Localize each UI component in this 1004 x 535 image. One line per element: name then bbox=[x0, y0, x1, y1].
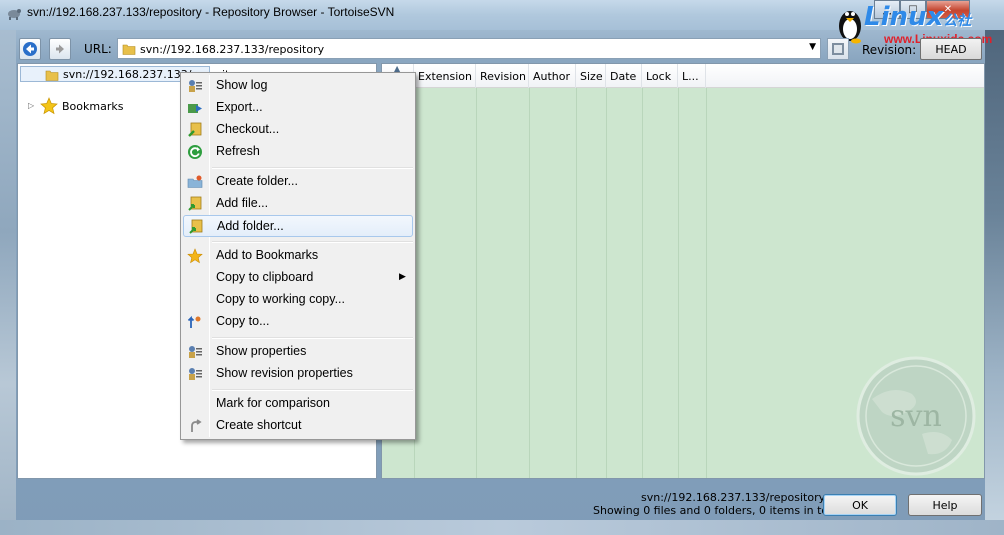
refresh-icon bbox=[188, 145, 202, 159]
menu-item-label: Show properties bbox=[216, 344, 307, 358]
url-label: URL: bbox=[84, 42, 112, 56]
menu-item-label: Copy to clipboard bbox=[216, 270, 314, 284]
watermark-text: svn bbox=[890, 399, 942, 434]
menu-item-show-revision-properties[interactable]: Show revision properties bbox=[183, 363, 413, 385]
background-window-right bbox=[985, 0, 1004, 535]
menu-item-add-folder[interactable]: Add folder... bbox=[183, 215, 413, 237]
checkout-icon bbox=[188, 122, 202, 137]
menu-item-label: Create folder... bbox=[216, 174, 298, 188]
menu-separator bbox=[212, 337, 413, 339]
shortcut-icon bbox=[191, 419, 202, 432]
revision-properties-icon bbox=[189, 368, 202, 380]
menu-item-add-to-bookmarks[interactable]: Add to Bookmarks bbox=[183, 245, 413, 267]
logo-brand-cn: 公社 bbox=[943, 13, 972, 29]
column-header-revision[interactable]: Revision bbox=[476, 64, 529, 88]
menu-item-export[interactable]: Export... bbox=[183, 97, 413, 119]
menu-separator bbox=[212, 241, 413, 243]
column-header-size[interactable]: Size bbox=[576, 64, 606, 88]
folder-icon bbox=[122, 44, 136, 55]
forward-arrow-icon bbox=[56, 44, 64, 54]
copy-to-icon bbox=[187, 315, 201, 328]
menu-item-label: Refresh bbox=[216, 144, 260, 158]
menu-item-show-properties[interactable]: Show properties bbox=[183, 341, 413, 363]
back-button[interactable] bbox=[19, 38, 41, 60]
file-list[interactable]: ▲ Extension Revision Author Size Date Lo… bbox=[381, 63, 985, 479]
url-combobox[interactable]: svn://192.168.237.133/repository ▼ bbox=[117, 38, 821, 59]
forward-button[interactable] bbox=[49, 38, 71, 60]
chevron-down-icon[interactable]: ▼ bbox=[809, 42, 816, 52]
star-icon bbox=[187, 248, 203, 264]
column-separator bbox=[476, 88, 477, 478]
url-value: svn://192.168.237.133/repository bbox=[140, 43, 325, 56]
background-taskbar bbox=[0, 520, 1004, 535]
menu-item-label: Create shortcut bbox=[216, 418, 302, 432]
properties-icon bbox=[189, 346, 202, 358]
add-folder-icon bbox=[189, 219, 203, 234]
back-arrow-icon bbox=[23, 42, 37, 56]
menu-item-copy-to-clipboard[interactable]: Copy to clipboard ▶ bbox=[183, 267, 413, 289]
export-icon bbox=[188, 104, 202, 113]
menu-item-add-file[interactable]: Add file... bbox=[183, 193, 413, 215]
create-folder-icon bbox=[187, 175, 203, 188]
menu-item-label: Copy to... bbox=[216, 314, 270, 328]
ok-button[interactable]: OK bbox=[823, 494, 897, 516]
menu-item-label: Show log bbox=[216, 78, 268, 92]
column-separator bbox=[706, 88, 707, 478]
column-header-lock[interactable]: Lock bbox=[642, 64, 678, 88]
menu-item-label: Copy to working copy... bbox=[216, 292, 345, 306]
column-separator bbox=[642, 88, 643, 478]
context-menu: Show log Export... Checkout... Refresh C… bbox=[180, 72, 416, 440]
menu-item-label: Add folder... bbox=[217, 219, 284, 233]
menu-item-show-log[interactable]: Show log bbox=[183, 75, 413, 97]
expand-triangle-icon[interactable]: ▷ bbox=[28, 101, 34, 110]
column-header-lock-owner[interactable]: L... bbox=[678, 64, 706, 88]
menu-item-label: Show revision properties bbox=[216, 366, 353, 380]
menu-item-label: Add file... bbox=[216, 196, 269, 210]
menu-item-label: Add to Bookmarks bbox=[216, 248, 319, 262]
log-icon bbox=[189, 80, 202, 92]
column-header-date[interactable]: Date bbox=[606, 64, 642, 88]
menu-item-create-folder[interactable]: Create folder... bbox=[183, 171, 413, 193]
menu-item-label: Mark for comparison bbox=[216, 396, 330, 410]
column-separator bbox=[678, 88, 679, 478]
submenu-arrow-icon: ▶ bbox=[399, 271, 406, 281]
menu-item-copy-to[interactable]: Copy to... bbox=[183, 311, 413, 333]
column-separator bbox=[606, 88, 607, 478]
tortoisesvn-app-icon bbox=[8, 9, 21, 20]
column-header-author[interactable]: Author bbox=[529, 64, 576, 88]
window-title: svn://192.168.237.133/repository - Repos… bbox=[27, 5, 395, 19]
menu-item-label: Export... bbox=[216, 100, 263, 114]
menu-separator bbox=[212, 389, 413, 391]
revision-head-button[interactable]: HEAD bbox=[920, 38, 982, 60]
revision-label: Revision: bbox=[862, 43, 917, 57]
revision-picker-button[interactable] bbox=[827, 38, 849, 60]
logo-brand: Linux bbox=[864, 2, 944, 32]
menu-item-create-shortcut[interactable]: Create shortcut bbox=[183, 415, 413, 437]
list-header: ▲ Extension Revision Author Size Date Lo… bbox=[382, 64, 984, 88]
folder-icon bbox=[45, 70, 59, 81]
column-header-extension[interactable]: Extension bbox=[414, 64, 476, 88]
menu-item-label: Checkout... bbox=[216, 122, 280, 136]
menu-item-copy-to-working-copy[interactable]: Copy to working copy... bbox=[183, 289, 413, 311]
background-window-left bbox=[0, 30, 16, 535]
star-icon bbox=[40, 97, 58, 115]
revision-graph-icon bbox=[832, 43, 844, 55]
tree-item-bookmarks[interactable]: ▷ Bookmarks bbox=[28, 97, 148, 115]
toolbar: URL: svn://192.168.237.133/repository ▼ … bbox=[16, 36, 985, 64]
add-file-icon bbox=[188, 196, 202, 211]
menu-item-mark-for-comparison[interactable]: Mark for comparison bbox=[183, 393, 413, 415]
column-separator bbox=[576, 88, 577, 478]
help-button[interactable]: Help bbox=[908, 494, 982, 516]
column-separator bbox=[529, 88, 530, 478]
svn-globe-watermark: svn bbox=[856, 356, 976, 476]
menu-item-refresh[interactable]: Refresh bbox=[183, 141, 413, 163]
status-url: svn://192.168.237.133/repository bbox=[641, 491, 826, 504]
menu-separator bbox=[212, 167, 413, 169]
status-summary: Showing 0 files and 0 folders, 0 items i… bbox=[593, 504, 843, 517]
tree-bookmarks-label: Bookmarks bbox=[62, 100, 124, 113]
menu-item-checkout[interactable]: Checkout... bbox=[183, 119, 413, 141]
